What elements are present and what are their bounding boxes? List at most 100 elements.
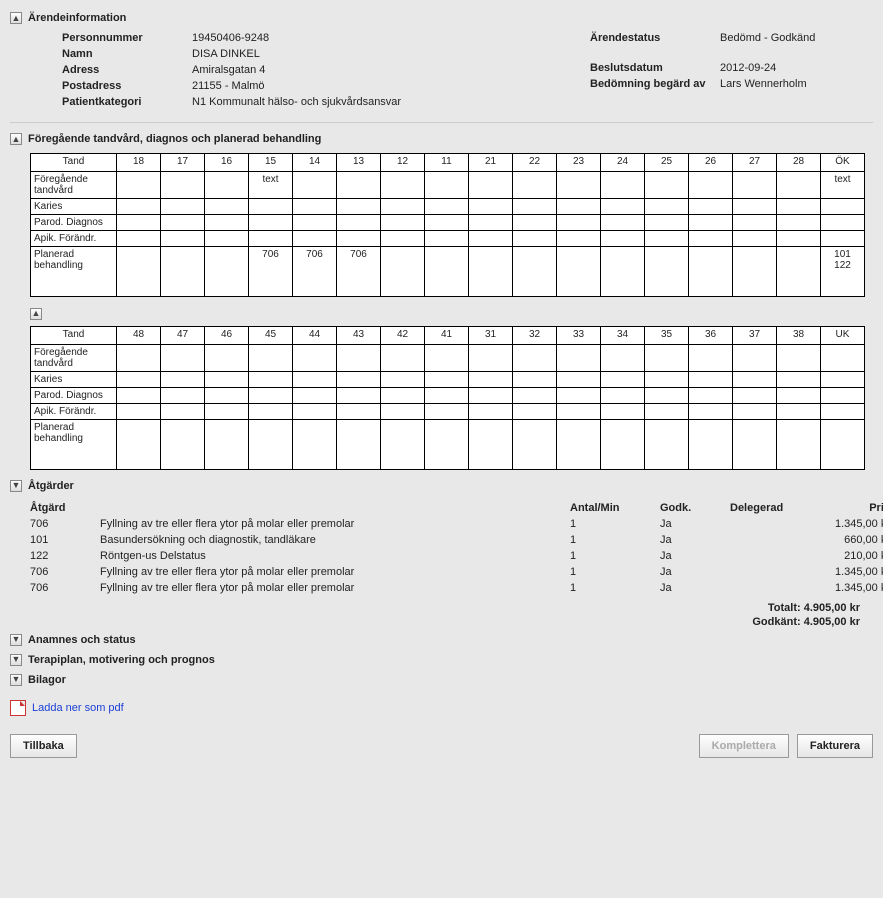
tooth-cell: text bbox=[249, 172, 293, 199]
tooth-cell bbox=[249, 215, 293, 231]
th-tooth: 21 bbox=[469, 154, 513, 172]
tooth-cell bbox=[293, 371, 337, 387]
pdf-icon bbox=[10, 700, 26, 716]
tooth-cell bbox=[557, 215, 601, 231]
col-godk: Godk. bbox=[660, 502, 730, 514]
tooth-cell bbox=[469, 371, 513, 387]
th-tooth: 25 bbox=[645, 154, 689, 172]
tooth-cell bbox=[601, 419, 645, 469]
tooth-cell bbox=[205, 199, 249, 215]
th-tooth: 15 bbox=[249, 154, 293, 172]
collapse-icon[interactable]: ▲ bbox=[10, 12, 22, 24]
th-tooth: 33 bbox=[557, 326, 601, 344]
tooth-cell bbox=[645, 231, 689, 247]
row-label: Apik. Förändr. bbox=[31, 231, 117, 247]
tooth-cell bbox=[645, 344, 689, 371]
tooth-table-lower: Tand48474645444342413132333435363738UKFö… bbox=[30, 326, 865, 470]
expand-icon[interactable]: ▼ bbox=[10, 480, 22, 492]
tooth-cell bbox=[513, 231, 557, 247]
tooth-cell bbox=[821, 231, 865, 247]
tooth-cell bbox=[557, 419, 601, 469]
tooth-cell bbox=[161, 387, 205, 403]
expand-icon[interactable]: ▼ bbox=[10, 654, 22, 666]
th-tooth: 12 bbox=[381, 154, 425, 172]
tooth-cell: text bbox=[821, 172, 865, 199]
th-tooth: 17 bbox=[161, 154, 205, 172]
tooth-cell bbox=[821, 419, 865, 469]
tooth-cell bbox=[161, 247, 205, 297]
th-tooth: 36 bbox=[689, 326, 733, 344]
tooth-cell bbox=[601, 403, 645, 419]
action-code: 122 bbox=[30, 550, 100, 562]
th-tooth: 22 bbox=[513, 154, 557, 172]
tooth-cell bbox=[645, 247, 689, 297]
tooth-cell bbox=[777, 231, 821, 247]
tooth-cell bbox=[293, 387, 337, 403]
tooth-cell bbox=[513, 403, 557, 419]
tooth-cell bbox=[337, 215, 381, 231]
expand-icon[interactable]: ▼ bbox=[10, 634, 22, 646]
tooth-cell bbox=[777, 172, 821, 199]
expand-icon[interactable]: ▼ bbox=[10, 674, 22, 686]
th-tooth: 13 bbox=[337, 154, 381, 172]
row-label: Karies bbox=[31, 371, 117, 387]
tooth-cell bbox=[293, 403, 337, 419]
tooth-cell bbox=[337, 371, 381, 387]
tooth-cell bbox=[249, 403, 293, 419]
action-delegerad bbox=[730, 582, 810, 594]
col-delegerad: Delegerad bbox=[730, 502, 810, 514]
tooth-cell bbox=[645, 199, 689, 215]
tillbaka-button[interactable]: Tillbaka bbox=[10, 734, 77, 758]
godkant-label: Godkänt: bbox=[752, 616, 800, 628]
tooth-cell bbox=[117, 419, 161, 469]
tooth-cell bbox=[645, 419, 689, 469]
godkant-value: 4.905,00 kr bbox=[804, 616, 860, 628]
tooth-cell bbox=[381, 247, 425, 297]
action-delegerad bbox=[730, 566, 810, 578]
th-tooth: 34 bbox=[601, 326, 645, 344]
row-label: Föregående tandvård bbox=[31, 344, 117, 371]
komplettera-button[interactable]: Komplettera bbox=[699, 734, 789, 758]
tooth-cell bbox=[733, 172, 777, 199]
tooth-cell bbox=[733, 419, 777, 469]
collapse-icon[interactable]: ▲ bbox=[10, 133, 22, 145]
tooth-cell bbox=[513, 215, 557, 231]
tooth-cell bbox=[293, 231, 337, 247]
totalt-label: Totalt: bbox=[768, 602, 801, 614]
tooth-cell bbox=[601, 231, 645, 247]
tooth-cell bbox=[469, 403, 513, 419]
tooth-cell bbox=[381, 387, 425, 403]
kv-personnummer: Personnummer19450406-9248 bbox=[62, 32, 570, 44]
tooth-cell bbox=[689, 419, 733, 469]
tooth-cell bbox=[117, 231, 161, 247]
action-antal: 1 bbox=[570, 582, 660, 594]
collapse-icon[interactable]: ▲ bbox=[30, 308, 42, 320]
section-anamnes-header: ▼ Anamnes och status bbox=[10, 634, 873, 646]
tooth-cell bbox=[117, 387, 161, 403]
tooth-cell bbox=[821, 215, 865, 231]
tooth-cell bbox=[557, 231, 601, 247]
th-tooth: 46 bbox=[205, 326, 249, 344]
tooth-cell bbox=[161, 344, 205, 371]
tooth-cell bbox=[821, 344, 865, 371]
fakturera-button[interactable]: Fakturera bbox=[797, 734, 873, 758]
tooth-cell bbox=[249, 387, 293, 403]
tooth-cell bbox=[205, 344, 249, 371]
row-label: Föregående tandvård bbox=[31, 172, 117, 199]
tooth-cell bbox=[117, 403, 161, 419]
tooth-cell bbox=[469, 387, 513, 403]
action-delegerad bbox=[730, 550, 810, 562]
tooth-cell bbox=[601, 199, 645, 215]
section-bilagor-header: ▼ Bilagor bbox=[10, 674, 873, 686]
tooth-cell bbox=[689, 215, 733, 231]
tooth-cell bbox=[469, 344, 513, 371]
col-pris: Pris bbox=[810, 502, 883, 514]
tooth-cell bbox=[513, 172, 557, 199]
download-pdf-link[interactable]: Ladda ner som pdf bbox=[32, 702, 124, 714]
tooth-cell bbox=[337, 172, 381, 199]
action-godk: Ja bbox=[660, 534, 730, 546]
tooth-cell bbox=[425, 371, 469, 387]
col-desc bbox=[100, 502, 570, 514]
tooth-cell bbox=[117, 172, 161, 199]
tooth-cell bbox=[557, 387, 601, 403]
